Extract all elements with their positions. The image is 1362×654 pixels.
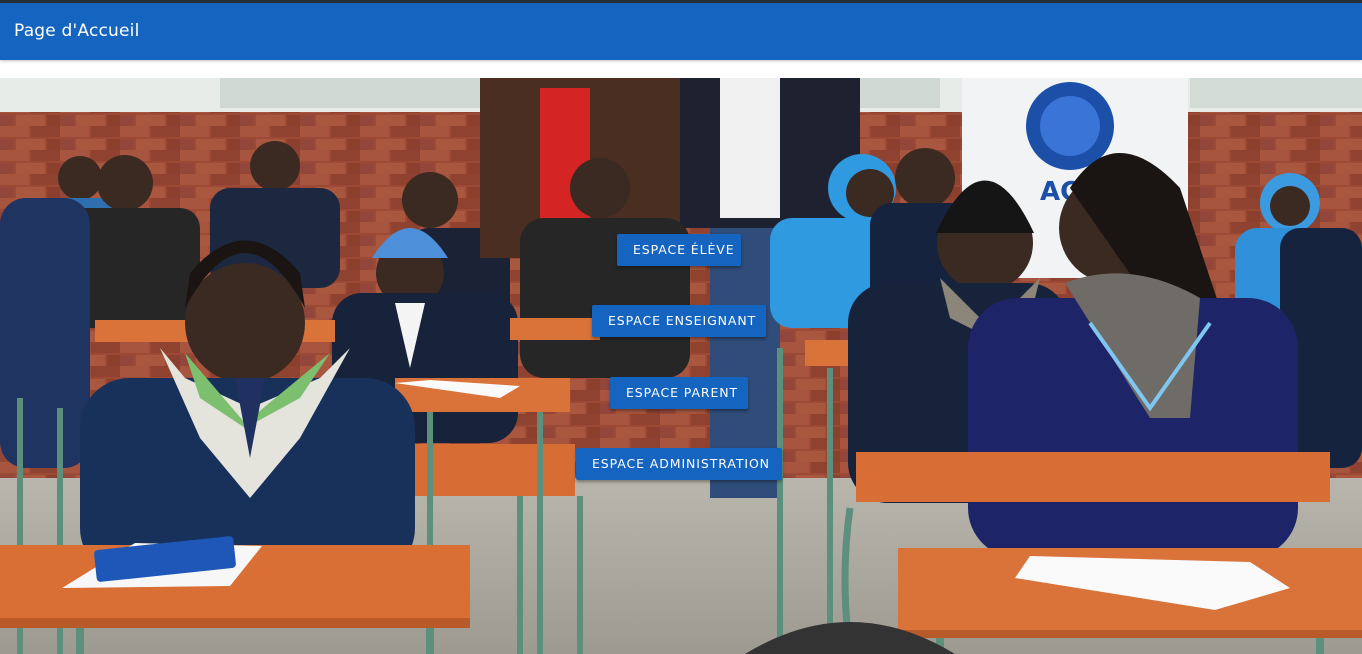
espace-enseignant-button[interactable]: Espace Enseignant bbox=[592, 305, 766, 337]
espace-parent-button[interactable]: Espace Parent bbox=[610, 377, 748, 409]
app-bar: Page d'Accueil bbox=[0, 3, 1362, 60]
page-title: Page d'Accueil bbox=[14, 21, 140, 41]
hero-classroom-photo: ACCU bbox=[0, 78, 1362, 654]
classroom-illustration: ACCU bbox=[0, 78, 1362, 654]
espace-eleve-button[interactable]: Espace élève bbox=[617, 234, 741, 266]
espace-administration-button[interactable]: Espace Administration bbox=[576, 448, 782, 480]
